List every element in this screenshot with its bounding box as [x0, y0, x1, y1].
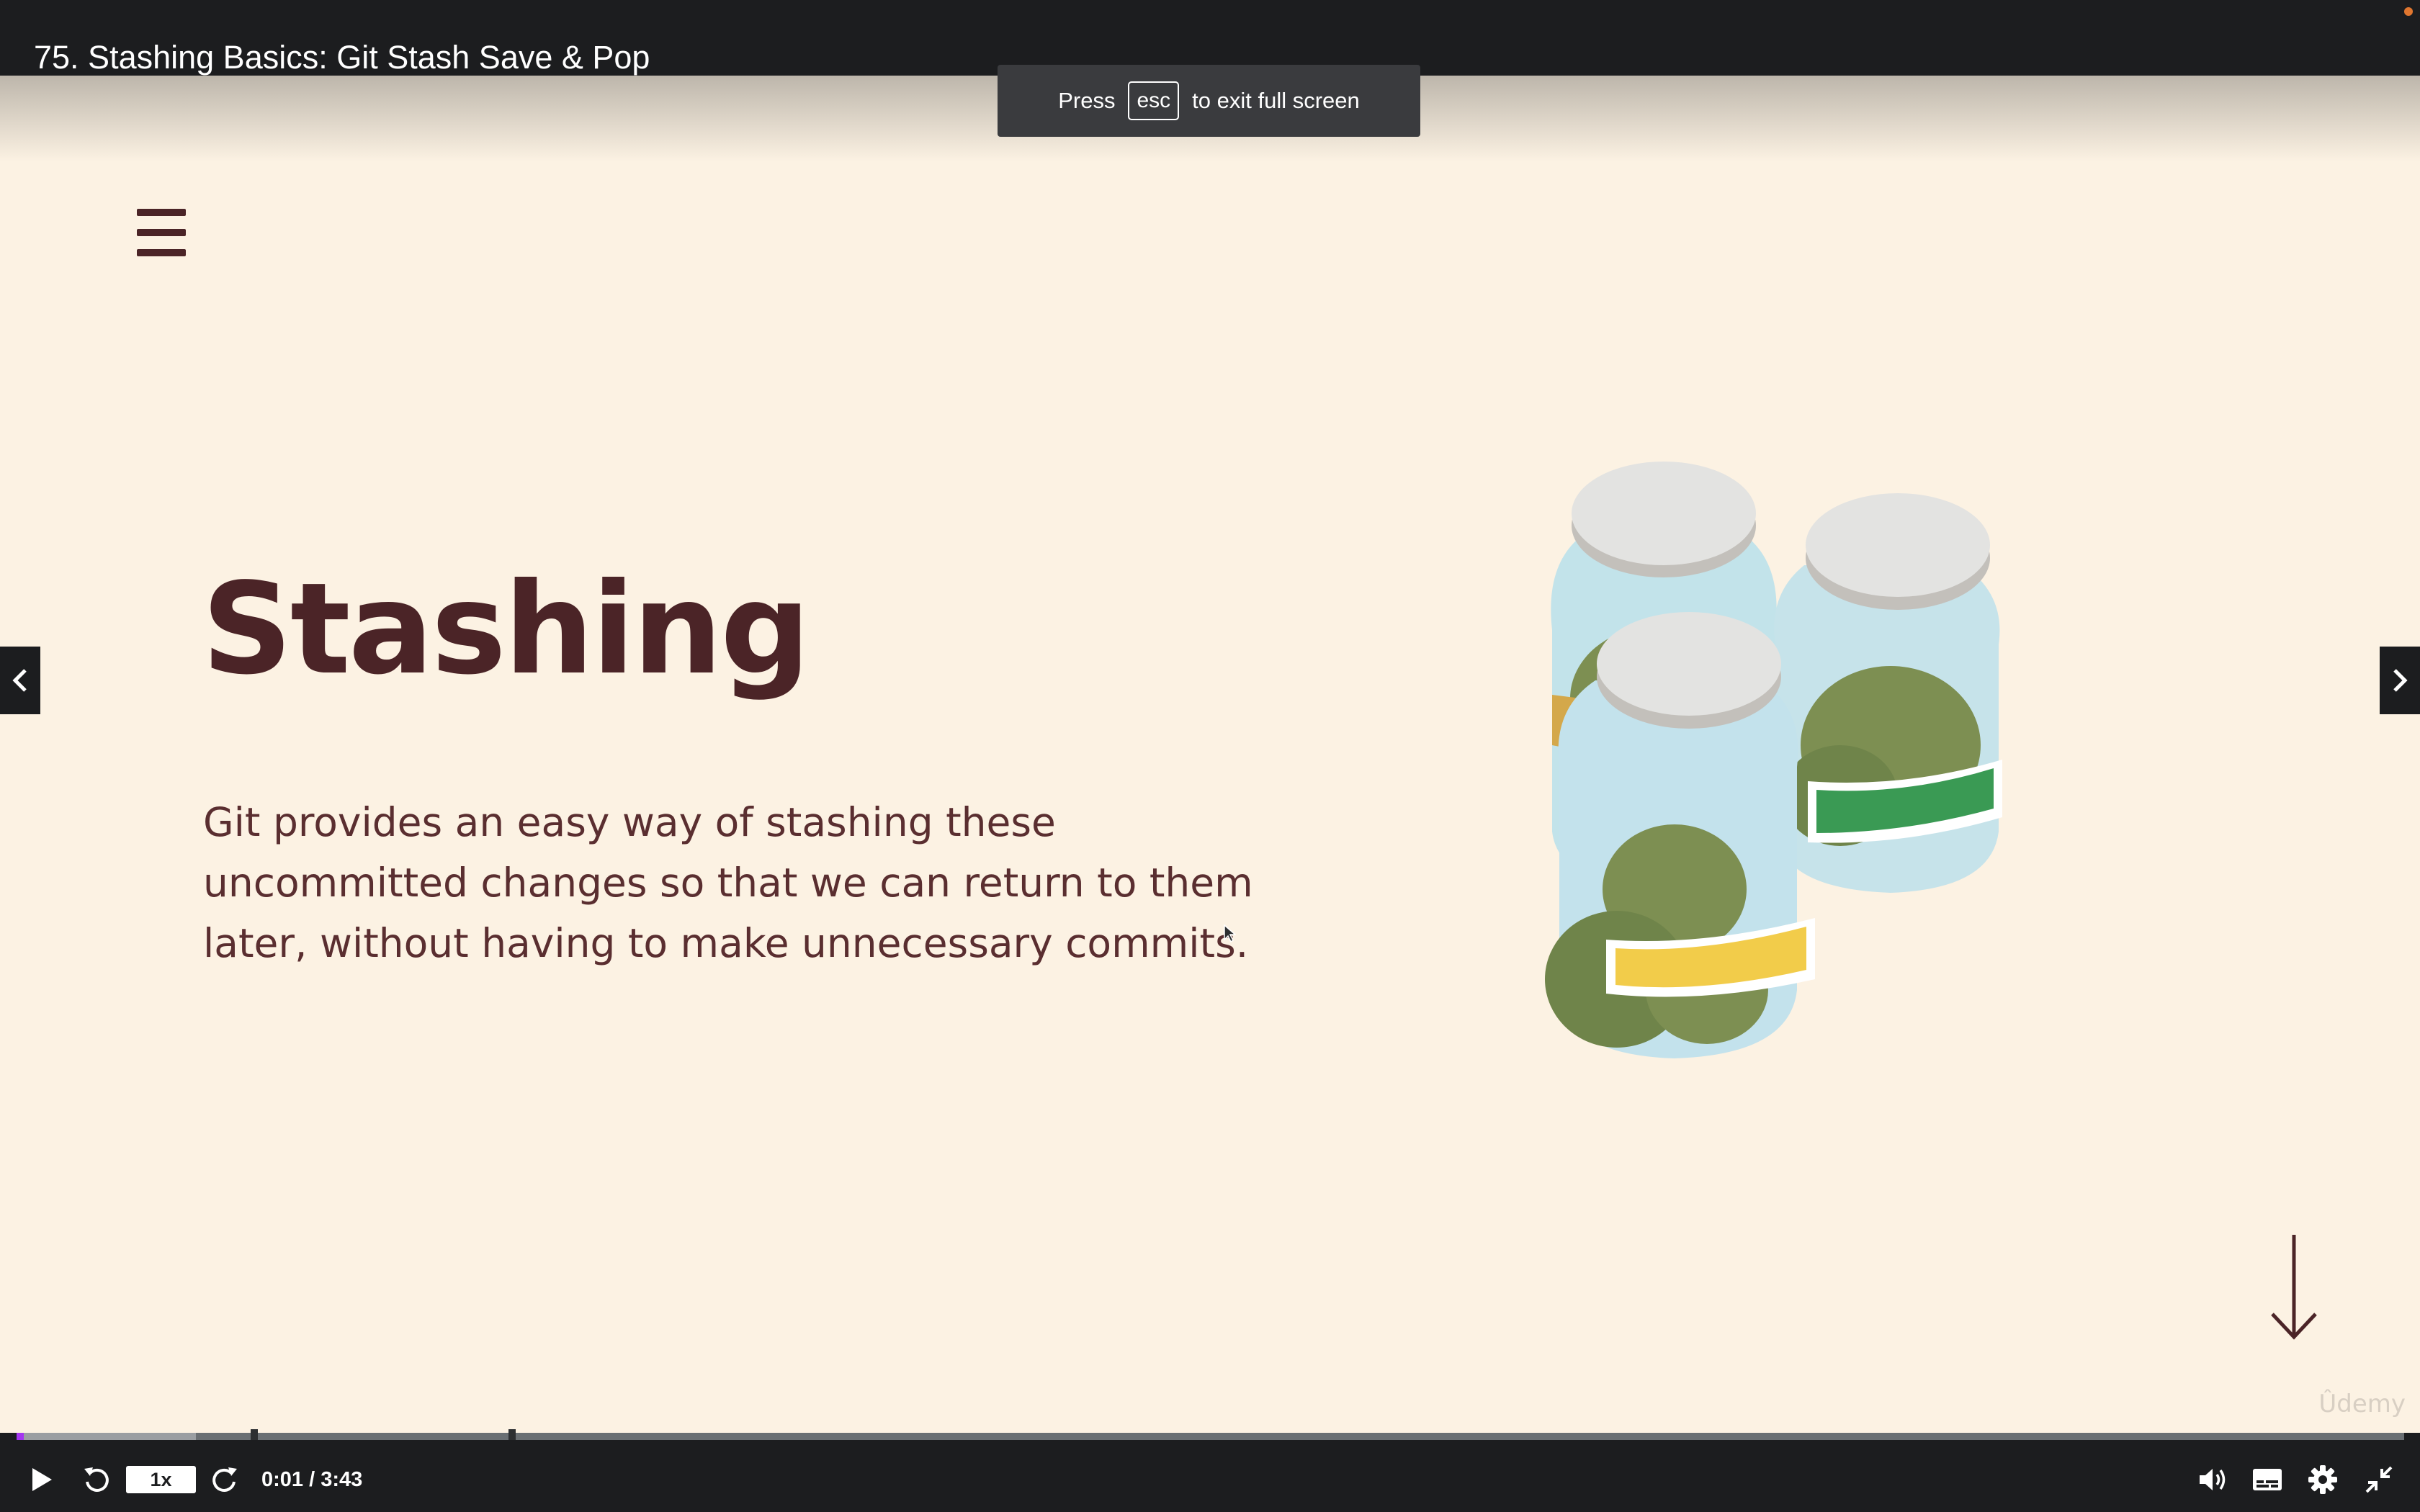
jars-illustration	[1545, 462, 2002, 1058]
exit-fullscreen-button[interactable]	[2362, 1462, 2396, 1498]
status-dot	[2404, 7, 2413, 16]
mouse-cursor-icon	[1224, 924, 1236, 942]
settings-button[interactable]	[2306, 1462, 2339, 1498]
progress-buffered	[17, 1433, 196, 1440]
rewind-button[interactable]	[79, 1462, 112, 1498]
player-controls: 1x 0:01 / 3:43	[0, 1440, 2420, 1512]
forward-button[interactable]	[209, 1462, 242, 1498]
play-button[interactable]	[27, 1462, 56, 1498]
fullscreen-notice: Press esc to exit full screen	[998, 65, 1420, 137]
udemy-watermark: Ûdemy	[2318, 1390, 2406, 1418]
notice-rest-text: to exit full screen	[1192, 88, 1360, 113]
jar-back-right	[1774, 493, 2002, 893]
play-icon	[32, 1468, 52, 1491]
progress-bar[interactable]	[17, 1429, 2404, 1444]
esc-key-badge: esc	[1128, 81, 1180, 120]
slide-body: Git provides an easy way of stashing the…	[203, 799, 1253, 966]
previous-lecture-button[interactable]	[0, 647, 40, 714]
captions-icon	[2253, 1469, 2282, 1490]
video-frame[interactable]: Stashing Git provides an easy way of sta…	[0, 76, 2420, 1433]
chevron-right-icon	[2393, 669, 2408, 692]
progress-played	[17, 1433, 24, 1440]
volume-button[interactable]	[2197, 1462, 2230, 1498]
hamburger-menu-icon	[137, 209, 186, 256]
time-display: 0:01 / 3:43	[261, 1468, 363, 1491]
forward-icon	[212, 1467, 237, 1492]
lecture-title: 75. Stashing Basics: Git Stash Save & Po…	[34, 39, 650, 76]
rewind-icon	[84, 1467, 109, 1492]
settings-icon	[2308, 1465, 2337, 1494]
playback-speed-button[interactable]: 1x	[126, 1466, 196, 1493]
scroll-down-arrow-icon	[2271, 1235, 2317, 1340]
chevron-left-icon	[12, 669, 27, 692]
volume-icon	[2200, 1469, 2226, 1490]
exit-fullscreen-icon	[2365, 1466, 2393, 1493]
slide-title: Stashing	[202, 557, 810, 703]
next-lecture-button[interactable]	[2380, 647, 2420, 714]
captions-button[interactable]	[2251, 1462, 2284, 1498]
notice-press-text: Press	[1058, 88, 1116, 113]
